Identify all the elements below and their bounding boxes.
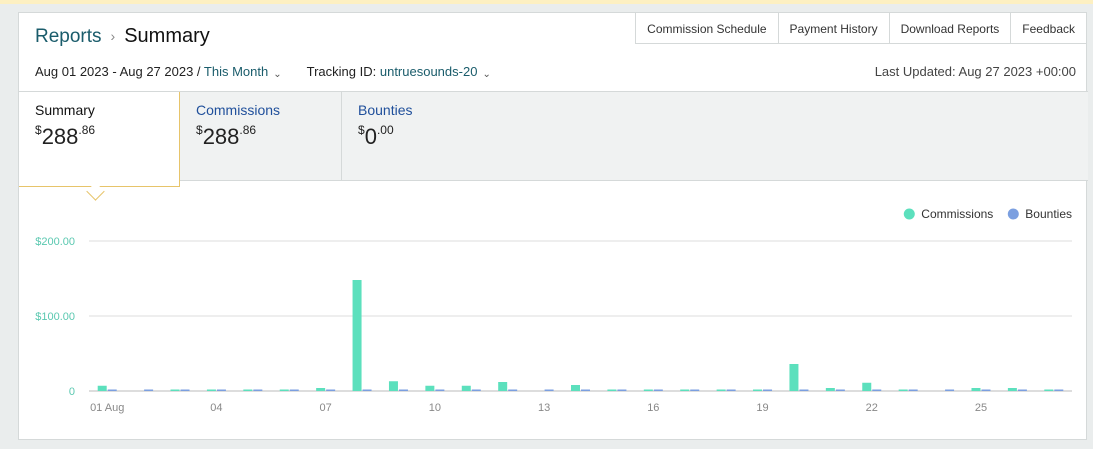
commissions-bar (825, 388, 835, 391)
commissions-bar (789, 364, 799, 391)
x-tick-label: 25 (975, 402, 987, 414)
x-tick-label: 01 Aug (90, 402, 124, 414)
y-tick-label: $100.00 (35, 311, 75, 323)
tab-bounties-label: Bounties (358, 102, 413, 118)
bounties-bar (253, 389, 263, 391)
tab-summary-label: Summary (35, 102, 95, 118)
period-dropdown[interactable]: This Month (204, 64, 268, 79)
bounties-bar (362, 389, 372, 391)
summary-tabs: Summary $288.86 Commissions $288.86 Boun… (19, 91, 1088, 187)
bounties-bar (653, 389, 663, 391)
bounties-bar (398, 389, 408, 391)
commissions-bar (97, 385, 107, 391)
x-tick-label: 07 (320, 402, 332, 414)
tab-summary-amount: $288.86 (35, 122, 96, 149)
bounties-bar (435, 389, 445, 391)
legend-label: Bounties (1025, 207, 1072, 221)
chevron-down-icon[interactable]: ⌄ (482, 69, 490, 80)
tab-commissions-amount: $288.86 (196, 122, 257, 149)
tab-bounties[interactable]: Bounties $0.00 (342, 92, 642, 181)
feedback-button[interactable]: Feedback (1010, 12, 1087, 44)
bounties-bar (180, 389, 190, 391)
commissions-bar (352, 280, 362, 391)
page-title: Summary (124, 25, 210, 47)
report-filters: Aug 01 2023 - Aug 27 2023 / This Month ⌄ … (35, 64, 491, 80)
bounties-bar (981, 389, 991, 391)
bounties-bar (872, 389, 882, 391)
commissions-bar (716, 389, 726, 391)
commissions-bar (461, 385, 471, 391)
bounties-bar (945, 389, 955, 391)
bounties-bar (726, 389, 736, 391)
tab-commissions[interactable]: Commissions $288.86 (180, 92, 342, 181)
bounties-bar (289, 389, 299, 391)
bounties-bar (471, 389, 481, 391)
notification-strip (0, 0, 1093, 4)
commissions-bar (316, 388, 326, 391)
commissions-bar (170, 389, 180, 391)
bounties-bar (799, 389, 809, 391)
breadcrumb-separator: › (110, 28, 116, 44)
tab-bounties-amount: $0.00 (358, 122, 394, 149)
bounties-bar (1017, 389, 1027, 391)
chevron-down-icon[interactable]: ⌄ (273, 69, 281, 80)
x-tick-label: 13 (538, 402, 550, 414)
bounties-bar (835, 389, 845, 391)
download-reports-button[interactable]: Download Reports (888, 12, 1012, 44)
bounties-bar (508, 389, 518, 391)
x-tick-label: 22 (866, 402, 878, 414)
bounties-bar (326, 389, 336, 391)
commissions-bar (680, 389, 690, 391)
tracking-id-dropdown[interactable]: untruesounds-20 (380, 64, 478, 79)
commissions-bar (862, 382, 872, 391)
last-updated-text: Last Updated: Aug 27 2023 +00:00 (874, 64, 1076, 79)
bounties-bar (617, 389, 627, 391)
x-tick-label: 19 (756, 402, 768, 414)
payment-history-button[interactable]: Payment History (777, 12, 890, 44)
bounties-bar (763, 389, 773, 391)
commissions-bar (425, 385, 435, 391)
y-tick-label: 0 (69, 386, 75, 398)
tab-summary[interactable]: Summary $288.86 (19, 92, 180, 187)
bounties-bar (690, 389, 700, 391)
bounties-bar (544, 389, 554, 391)
x-tick-label: 10 (429, 402, 441, 414)
commission-schedule-button[interactable]: Commission Schedule (635, 12, 779, 44)
commissions-bar (498, 382, 508, 391)
commissions-bar (971, 388, 981, 391)
breadcrumb-reports-link[interactable]: Reports (35, 26, 102, 47)
commissions-bar (1044, 389, 1054, 391)
earnings-bar-chart: $200.00 $100.00 0 01 Aug 04 07 10 13 16 19 22 25 Bou… (35, 207, 1072, 414)
bounties-bar (107, 389, 117, 391)
date-range-text: Aug 01 2023 - Aug 27 2023 / (35, 64, 201, 79)
legend-dot (1007, 208, 1019, 220)
y-tick-label: $200.00 (35, 236, 75, 248)
commissions-bar (1007, 388, 1017, 391)
commissions-bar (243, 389, 253, 391)
bounties-bar (581, 389, 590, 391)
commissions-bar (898, 389, 908, 391)
bounties-bar (216, 389, 226, 391)
x-tick-label: 16 (647, 402, 659, 414)
bounties-bar (1054, 389, 1064, 391)
breadcrumb: Reports › Summary (35, 25, 210, 48)
commissions-bar (388, 381, 398, 391)
reports-card: Reports › Summary Commission Schedule Paym… (18, 12, 1088, 440)
x-tick-label: 04 (210, 402, 222, 414)
commissions-bar (607, 389, 617, 391)
header-button-group: Commission Schedule Payment History Down… (635, 12, 1087, 44)
tab-commissions-label: Commissions (196, 102, 281, 118)
bounties-bar (908, 389, 918, 391)
commissions-bar (279, 389, 289, 391)
commissions-bar (643, 389, 653, 391)
legend-dot (903, 208, 915, 220)
tracking-id-label: Tracking ID: (306, 64, 377, 79)
legend-label: Commissions (921, 207, 993, 221)
bounties-bar (144, 389, 154, 391)
commissions-bar (753, 389, 763, 391)
commissions-bar (571, 385, 580, 391)
commissions-bar (206, 389, 216, 391)
